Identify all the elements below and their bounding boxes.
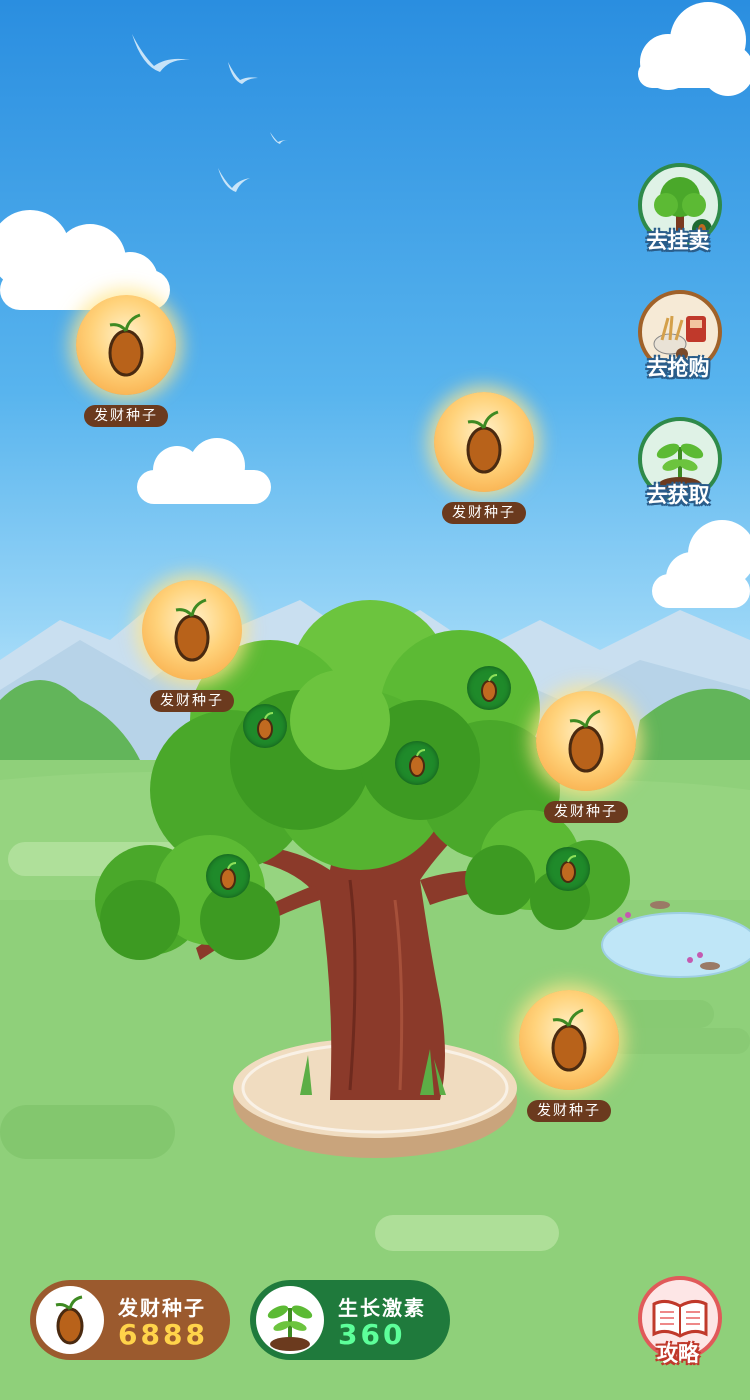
seed-orb-5[interactable] <box>519 990 619 1090</box>
seed-label-1: 发财种子 <box>84 405 168 427</box>
cloud-right <box>652 518 750 618</box>
seed-icon <box>551 1008 587 1072</box>
sell-button[interactable]: 去挂卖 <box>636 163 722 253</box>
sell-button-label: 去挂卖 <box>646 229 710 253</box>
sprout-icon <box>256 1286 324 1354</box>
tree-seed[interactable] <box>467 666 511 710</box>
hormone-balance-name: 生长激素 <box>338 1296 426 1320</box>
seed-icon <box>481 674 498 702</box>
hormone-balance-value: 360 <box>338 1318 406 1351</box>
seed-orb-4[interactable] <box>536 691 636 791</box>
buy-button-label: 去抢购 <box>646 356 710 380</box>
hormone-balance[interactable]: 生长激素 360 <box>250 1280 450 1360</box>
seed-orb-1[interactable] <box>76 295 176 395</box>
seed-icon <box>560 855 577 883</box>
seed-balance-name: 发财种子 <box>118 1296 206 1320</box>
seed-label-4: 发财种子 <box>544 801 628 823</box>
obtain-button-label: 去获取 <box>646 483 710 507</box>
tree-seed[interactable] <box>546 847 590 891</box>
seed-balance[interactable]: 发财种子 6888 <box>30 1280 230 1360</box>
guide-button[interactable]: 攻略 <box>636 1276 722 1366</box>
seed-icon <box>568 709 604 773</box>
seed-icon <box>108 313 144 377</box>
seed-icon <box>36 1286 104 1354</box>
tree-seed[interactable] <box>395 741 439 785</box>
seed-icon <box>174 598 210 662</box>
buy-button[interactable]: 去抢购 <box>636 290 722 380</box>
seed-label-5: 发财种子 <box>527 1100 611 1122</box>
seed-icon <box>220 862 237 890</box>
obtain-button[interactable]: 去获取 <box>636 417 722 507</box>
seed-icon <box>466 410 502 474</box>
cloud-mid <box>137 438 272 513</box>
seed-orb-3[interactable] <box>142 580 242 680</box>
cloud-top-right <box>628 0 750 100</box>
tree-seed[interactable] <box>243 704 287 748</box>
seed-orb-2[interactable] <box>434 392 534 492</box>
seed-label-2: 发财种子 <box>442 502 526 524</box>
seed-balance-value: 6888 <box>118 1318 208 1351</box>
seed-icon <box>257 712 274 740</box>
seed-icon <box>409 749 426 777</box>
guide-button-label: 攻略 <box>657 1342 699 1366</box>
seed-label-3: 发财种子 <box>150 690 234 712</box>
birds <box>132 34 288 192</box>
tree-seed[interactable] <box>206 854 250 898</box>
